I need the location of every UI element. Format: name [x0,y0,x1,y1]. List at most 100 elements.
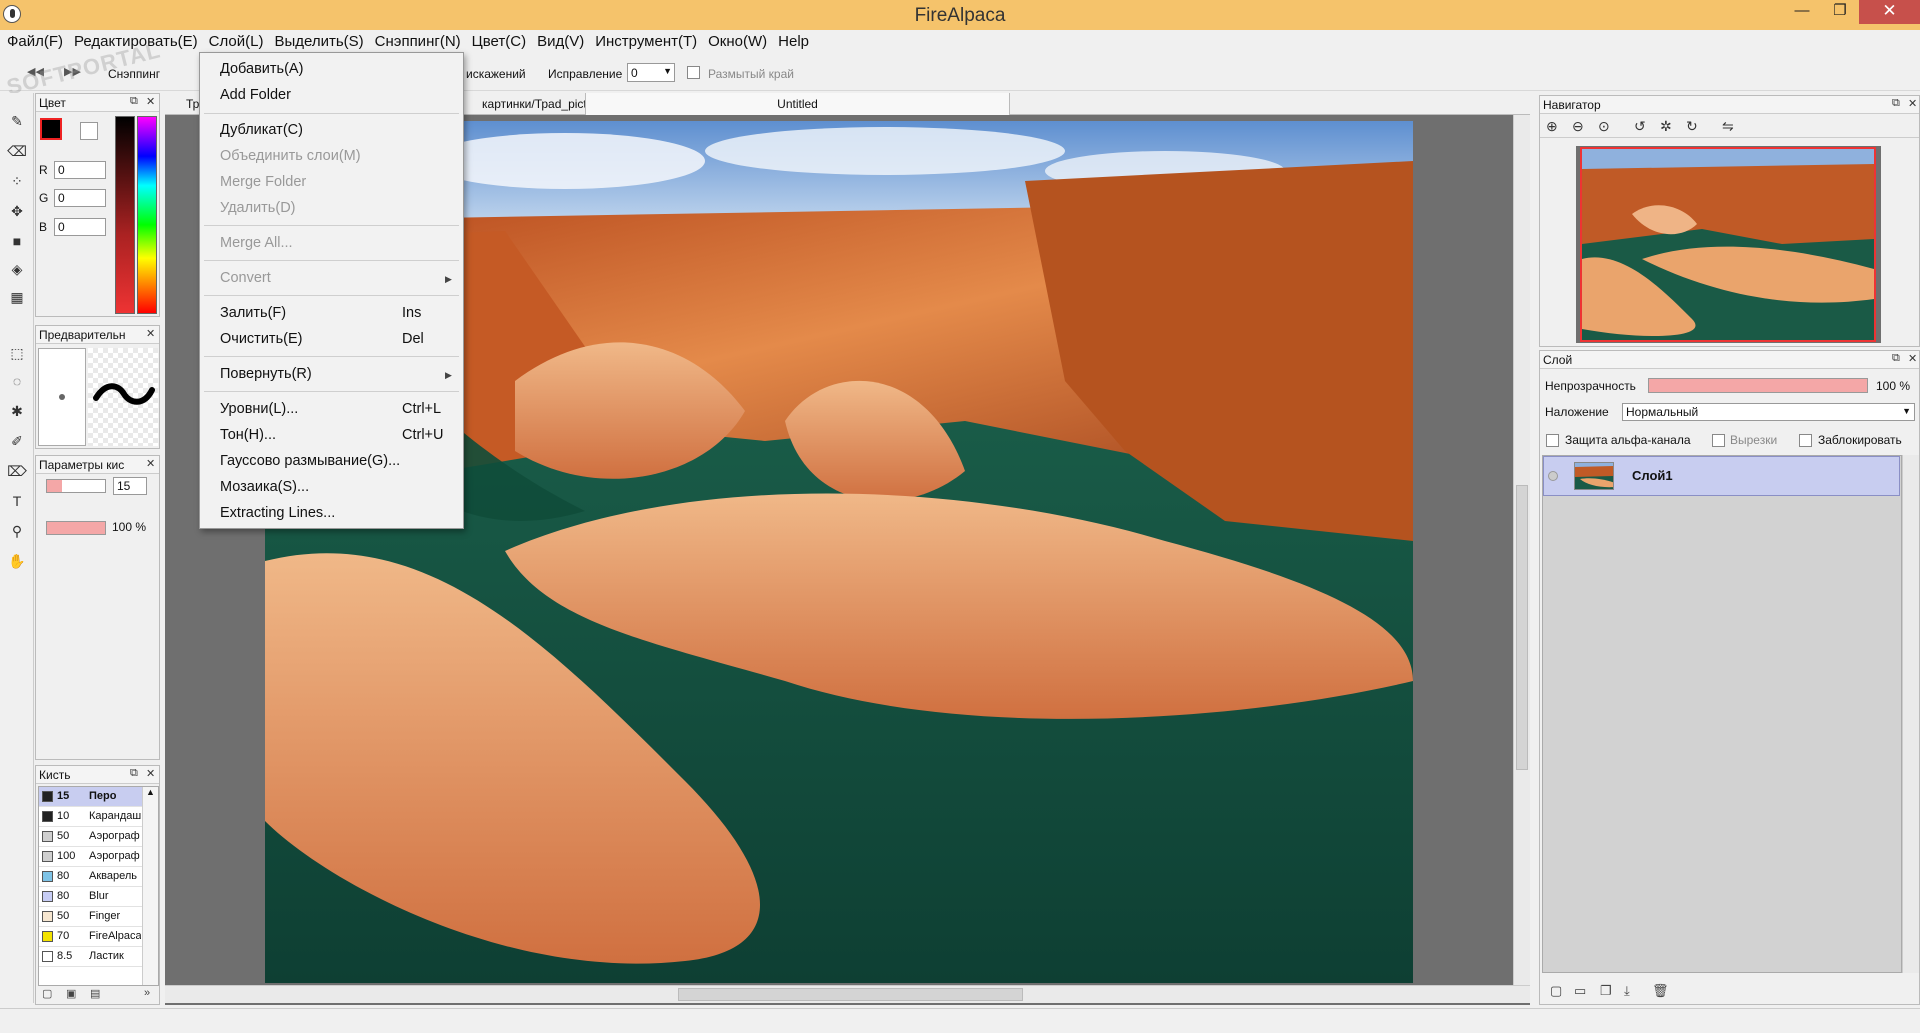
merge-layer-icon[interactable]: ⤓ [1624,983,1630,999]
new-brush-icon[interactable]: ▢ [42,987,52,1000]
navigator-thumbnail[interactable] [1580,147,1876,342]
menu-select[interactable]: Выделить(S) [269,30,369,52]
layer-list-scrollbar[interactable] [1902,455,1919,973]
close-icon[interactable]: ✕ [146,327,155,340]
brush-list-item[interactable]: 15 Перо [39,787,158,807]
select-tool-icon[interactable]: ⬚ [7,343,27,363]
menu-item-levels[interactable]: Уровни(L)... [220,401,298,417]
select-eraser-icon[interactable]: ⌦ [7,461,27,481]
fill-tool-icon[interactable]: ◈ [7,259,27,279]
snap-prev-icon[interactable]: ◀◀ [27,65,44,78]
close-icon[interactable]: ✕ [1908,97,1917,110]
undock-icon[interactable]: ⧉ [1892,97,1900,110]
menu-file[interactable]: Файл(F) [2,30,69,52]
pen-tool-icon[interactable]: ✎ [7,111,27,131]
close-icon[interactable]: ✕ [146,457,155,470]
brush-copy-icon[interactable]: ▤ [90,987,100,1000]
eraser-tool-icon[interactable]: ⌫ [7,141,27,161]
blur-edge-checkbox[interactable] [687,66,700,79]
brush-list-item[interactable]: 80 Blur [39,887,158,907]
layer-row[interactable]: Слой1 [1543,456,1900,496]
clipping-checkbox[interactable] [1712,434,1725,447]
undock-icon[interactable]: ⧉ [130,95,138,108]
foreground-color-swatch[interactable] [40,118,62,140]
eyedropper-icon[interactable]: ⚲ [7,521,27,541]
menu-item-delete[interactable]: Удалить(D) [220,200,296,216]
snap-next-icon[interactable]: ▶▶ [64,65,81,78]
undock-icon[interactable]: ⧉ [1892,352,1900,365]
brush-opacity-slider[interactable] [46,521,106,535]
menu-item-merge-folder[interactable]: Merge Folder [220,174,306,190]
close-button[interactable]: ✕ [1859,0,1920,24]
horizontal-scrollbar[interactable] [165,985,1530,1003]
vertical-scroll-thumb[interactable] [1516,485,1528,770]
correction-select[interactable]: 0 ▼ [627,63,675,82]
zoom-out-icon[interactable]: ⊖ [1572,118,1584,135]
menu-item-duplicate[interactable]: Дубликат(C) [220,122,303,138]
menu-item-gaussian-blur[interactable]: Гауссово размывание(G)... [220,453,400,469]
flip-icon[interactable]: ⇋ [1722,118,1734,135]
close-icon[interactable]: ✕ [1908,352,1917,365]
new-folder-icon[interactable]: ▭ [1574,983,1586,999]
layer-visibility-icon[interactable] [1548,471,1558,481]
maximize-button[interactable]: ❐ [1822,0,1858,24]
red-input[interactable]: 0 [54,161,106,179]
menu-view[interactable]: Вид(V) [532,30,590,52]
close-icon[interactable]: ✕ [146,767,155,780]
brush-list-item[interactable]: 8.5 Ластик [39,947,158,967]
menu-snapping[interactable]: Снэппинг(N) [370,30,467,52]
green-input[interactable]: 0 [54,189,106,207]
menu-item-merge-layers[interactable]: Объединить слои(M) [220,148,361,164]
menu-item-add[interactable]: Добавить(A) [220,61,303,77]
hand-tool-icon[interactable]: ✋ [7,551,27,571]
menu-tool[interactable]: Инструмент(T) [590,30,703,52]
brush-list-item[interactable]: 100 Аэрограф [39,847,158,867]
text-tool-icon[interactable]: T [7,491,27,511]
menu-item-fill[interactable]: Залить(F) [220,305,286,321]
more-icon[interactable]: » [144,987,150,999]
rotate-left-icon[interactable]: ↺ [1634,118,1646,135]
menu-item-add-folder[interactable]: Add Folder [220,87,291,103]
vertical-scrollbar[interactable] [1513,115,1530,1003]
lasso-tool-icon[interactable]: ◌ [7,371,27,391]
menu-item-clear[interactable]: Очистить(E) [220,331,302,347]
menu-edit[interactable]: Редактировать(E) [69,30,204,52]
brush-list-item[interactable]: 70 FireAlpaca [39,927,158,947]
blend-mode-select[interactable]: Нормальный ▼ [1622,403,1915,421]
menu-color[interactable]: Цвет(C) [467,30,532,52]
rotate-right-icon[interactable]: ↻ [1686,118,1698,135]
blue-input[interactable]: 0 [54,218,106,236]
layer-opacity-slider[interactable] [1648,378,1868,393]
hue-bar[interactable] [137,116,157,314]
brush-size-input[interactable]: 15 [113,477,147,495]
move-tool-icon[interactable]: ✥ [7,201,27,221]
shape-tool-icon[interactable]: ■ [7,231,27,251]
zoom-fit-icon[interactable]: ⊙ [1598,118,1610,135]
lock-checkbox[interactable] [1799,434,1812,447]
magic-wand-icon[interactable]: ✱ [7,401,27,421]
brush-list-item[interactable]: 80 Акварель [39,867,158,887]
delete-layer-icon[interactable]: 🗑 [1652,983,1669,999]
menu-layer[interactable]: Слой(L) [204,30,270,52]
menu-help[interactable]: Help [773,30,815,52]
horizontal-scroll-thumb[interactable] [678,988,1023,1001]
document-tab-2[interactable]: Untitled [585,93,1010,115]
minimize-button[interactable]: — [1784,0,1820,24]
brush-list-item[interactable]: 50 Finger [39,907,158,927]
close-icon[interactable]: ✕ [146,95,155,108]
brush-list-item[interactable]: 50 Аэрограф [39,827,158,847]
menu-window[interactable]: Окно(W) [703,30,773,52]
rotate-reset-icon[interactable]: ✲ [1660,118,1672,135]
menu-item-hue[interactable]: Тон(H)... [220,427,276,443]
alpha-protect-checkbox[interactable] [1546,434,1559,447]
menu-item-mosaic[interactable]: Мозаика(S)... [220,479,309,495]
brush-list-scrollbar[interactable]: ▲ [142,787,158,985]
dot-tool-icon[interactable]: ⁘ [7,171,27,191]
menu-item-merge-all[interactable]: Merge All... [220,235,293,251]
brush-size-slider[interactable] [46,479,106,493]
menu-item-extracting-lines[interactable]: Extracting Lines... [220,505,335,521]
select-pen-icon[interactable]: ✐ [7,431,27,451]
zoom-in-icon[interactable]: ⊕ [1546,118,1558,135]
menu-item-rotate[interactable]: Повернуть(R) [220,366,312,382]
background-color-swatch[interactable] [80,122,98,140]
